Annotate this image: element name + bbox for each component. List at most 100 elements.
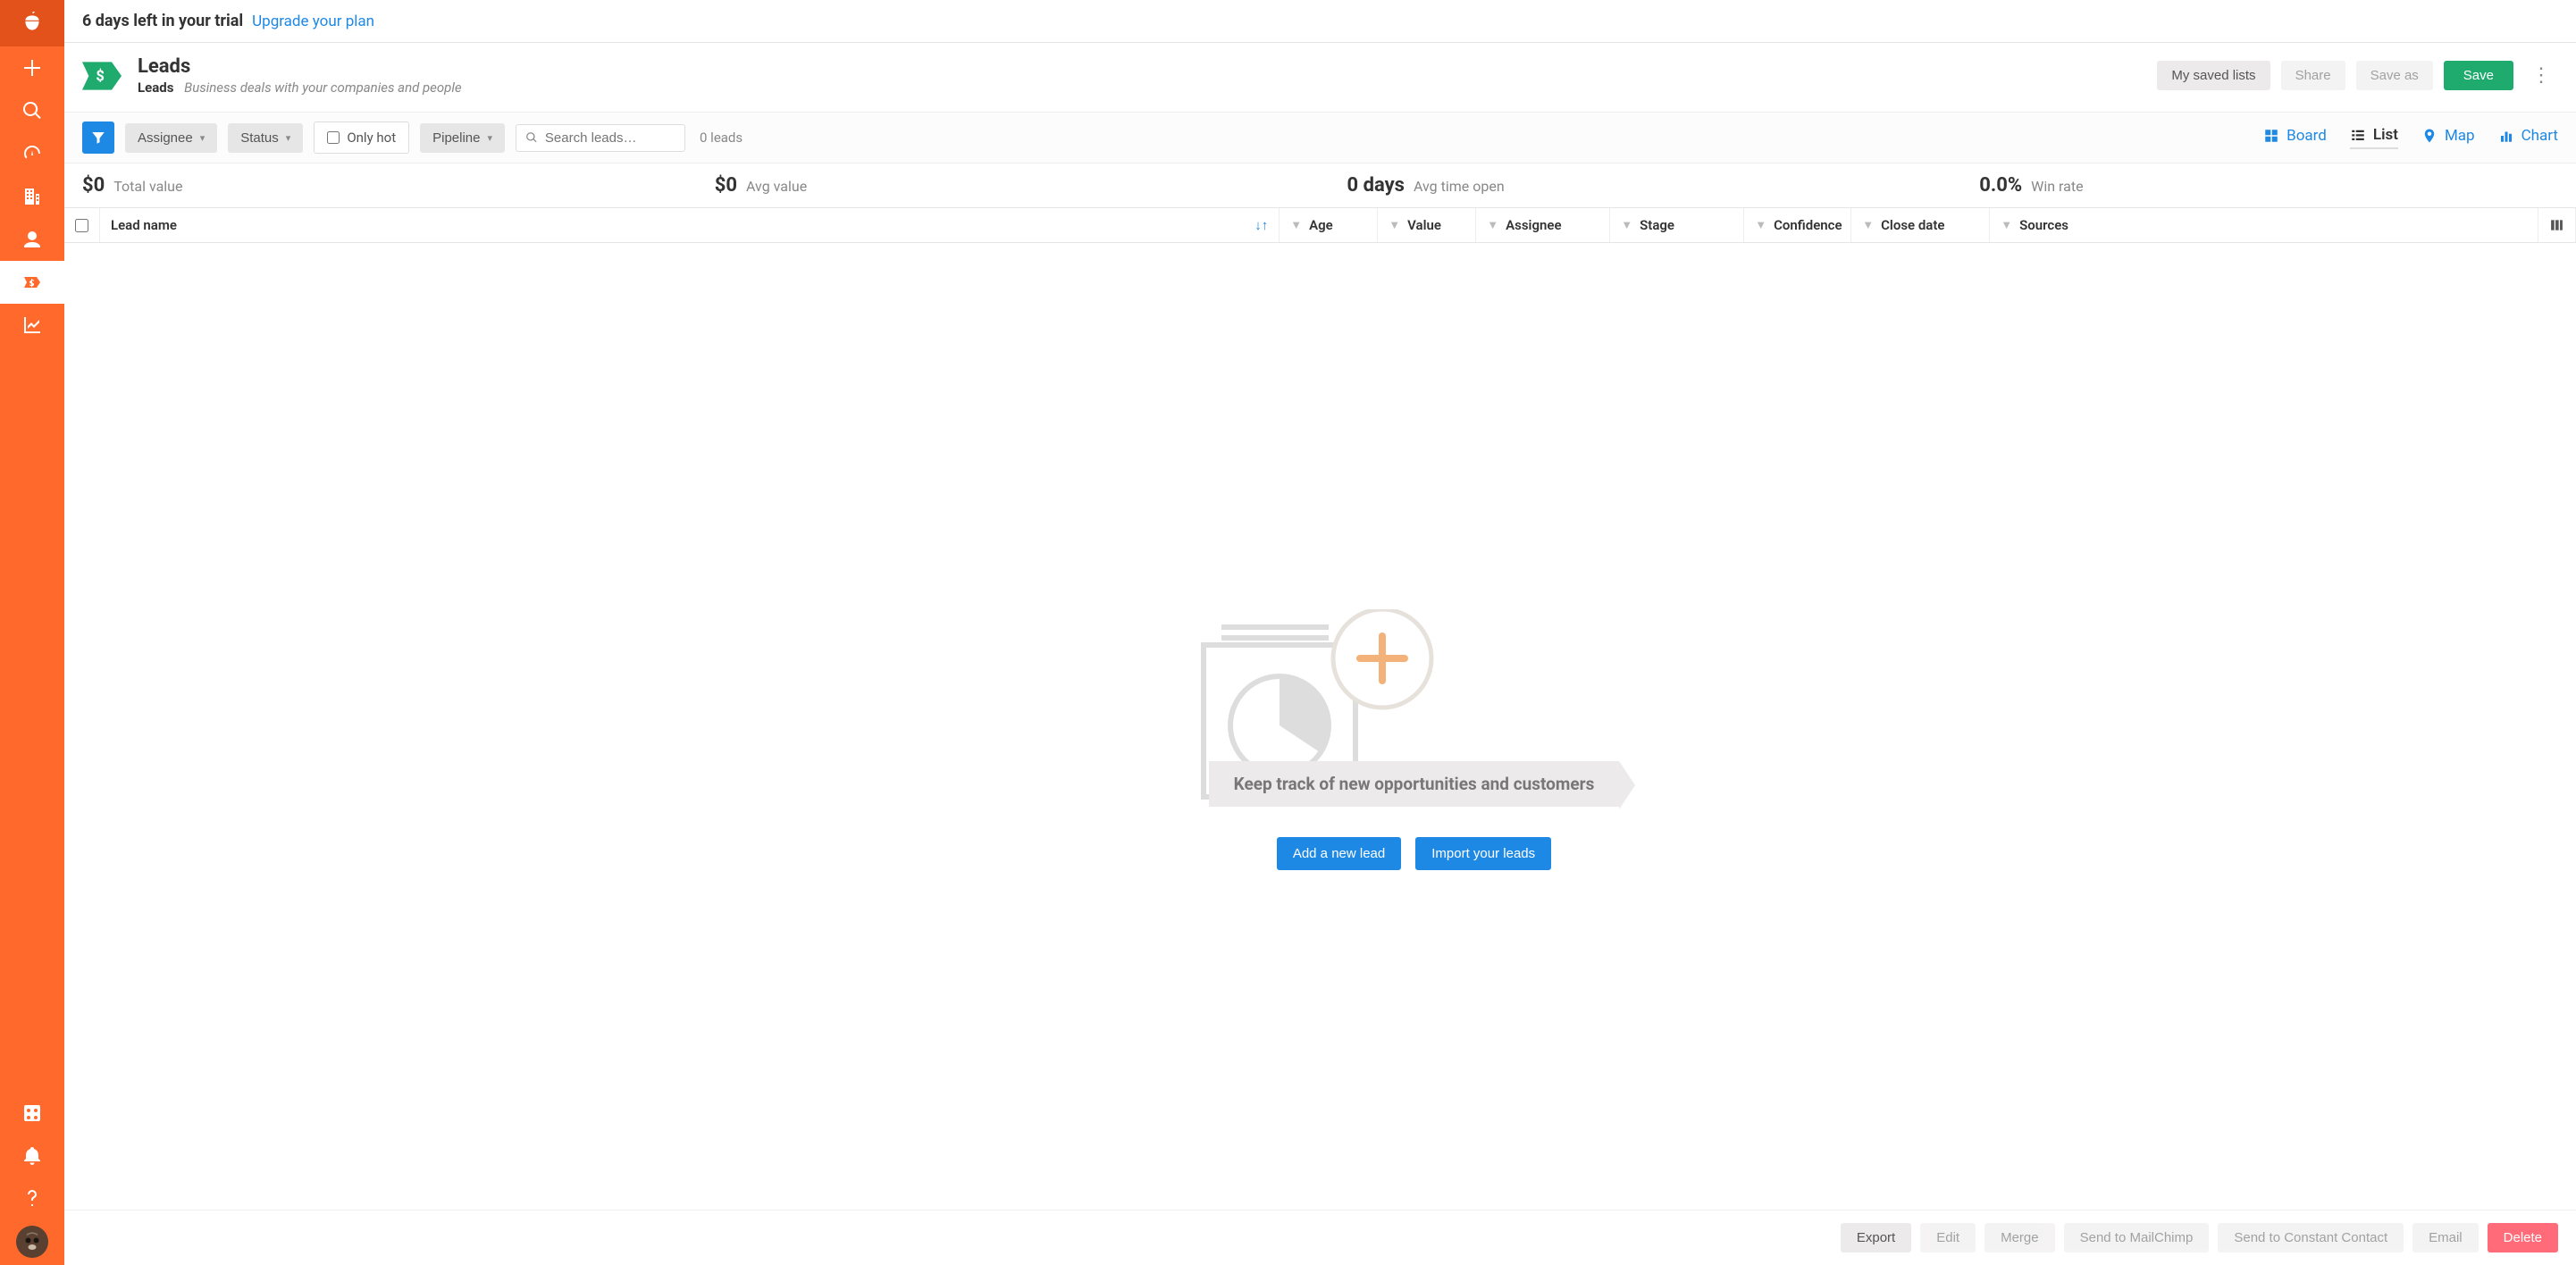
sidebar-notifications[interactable] [0,1135,64,1177]
status-filter[interactable]: Status ▾ [228,123,303,153]
sidebar-people[interactable] [0,218,64,261]
chevron-down-icon: ▾ [487,132,492,144]
filter-icon: ▼ [1290,218,1302,232]
board-icon [2263,128,2279,144]
th-close-date[interactable]: ▼Close date [1851,208,1990,242]
table-header: Lead name ↓↑ ▼Age ▼Value ▼Assignee ▼Stag… [64,207,2576,243]
filter-icon: ▼ [1862,218,1874,232]
select-all-checkbox[interactable] [75,219,88,232]
svg-text:$: $ [96,68,104,85]
empty-message: Keep track of new opportunities and cust… [1209,761,1620,807]
export-button[interactable]: Export [1841,1223,1911,1252]
gauge-icon [21,143,43,164]
leads-badge: $ [82,61,122,91]
view-chart[interactable]: Chart [2498,127,2558,148]
tag-dollar-icon [21,272,43,293]
sidebar-add[interactable] [0,46,64,89]
th-stage[interactable]: ▼Stage [1610,208,1744,242]
th-value[interactable]: ▼Value [1378,208,1476,242]
page-subtitle-desc: Business deals with your companies and p… [184,80,461,96]
stat-win-rate: 0.0% Win rate [1979,174,2558,197]
search-wrap[interactable] [516,124,685,152]
building-icon [21,186,43,207]
view-map[interactable]: Map [2421,127,2475,148]
sidebar-apps[interactable] [0,1092,64,1135]
filter-toggle-button[interactable] [82,121,114,154]
column-picker[interactable] [2538,208,2576,242]
search-input[interactable] [545,130,675,146]
filter-icon: ▼ [1487,218,1498,232]
share-button[interactable]: Share [2281,61,2345,90]
filter-bar: Assignee ▾ Status ▾ Only hot Pipeline ▾ … [64,112,2576,163]
funnel-icon [90,130,106,146]
bar-chart-icon [2498,128,2514,144]
save-as-button[interactable]: Save as [2356,61,2433,90]
sidebar-companies[interactable] [0,175,64,218]
th-age[interactable]: ▼Age [1280,208,1378,242]
th-assignee[interactable]: ▼Assignee [1476,208,1610,242]
sidebar-reports[interactable] [0,304,64,347]
add-lead-button[interactable]: Add a new lead [1277,837,1401,870]
only-hot-toggle[interactable]: Only hot [314,121,409,154]
chart-icon [21,314,43,336]
more-menu[interactable]: ⋮ [2524,64,2558,87]
person-icon [21,229,43,250]
trial-bar: 6 days left in your trial Upgrade your p… [64,0,2576,43]
th-lead-name[interactable]: Lead name ↓↑ [100,208,1280,242]
stat-avg-value: $0 Avg value [715,174,1294,197]
chevron-down-icon: ▾ [200,132,206,144]
tag-dollar-icon: $ [82,61,122,91]
th-confidence[interactable]: ▼Confidence [1744,208,1851,242]
th-select-all[interactable] [64,208,100,242]
filter-icon: ▼ [1755,218,1766,232]
import-leads-button[interactable]: Import your leads [1415,837,1551,870]
sort-icon: ↓↑ [1254,217,1268,233]
acorn-icon [21,12,44,35]
sidebar-dashboard[interactable] [0,132,64,175]
merge-button[interactable]: Merge [1984,1223,2055,1252]
avatar-icon [16,1226,48,1258]
columns-icon [2549,217,2564,233]
send-mailchimp-button[interactable]: Send to MailChimp [2064,1223,2210,1252]
my-saved-lists-button[interactable]: My saved lists [2157,61,2270,90]
footer-actions: Export Edit Merge Send to MailChimp Send… [64,1210,2576,1265]
pipeline-filter[interactable]: Pipeline ▾ [420,123,505,153]
stats-strip: $0 Total value $0 Avg value 0 days Avg t… [64,163,2576,207]
magnifier-icon [525,130,538,145]
delete-button[interactable]: Delete [2488,1223,2558,1252]
upgrade-link[interactable]: Upgrade your plan [252,13,374,30]
filter-icon: ▼ [1621,218,1632,232]
user-avatar[interactable] [16,1226,48,1258]
magnifier-icon [21,100,43,121]
view-board[interactable]: Board [2263,127,2327,148]
dice-icon [21,1102,43,1124]
page-header: $ Leads Leads Business deals with your c… [64,43,2576,112]
sidebar-leads[interactable] [0,261,64,304]
sidebar [0,0,64,1265]
assignee-filter[interactable]: Assignee ▾ [125,123,217,153]
sidebar-help[interactable] [0,1177,64,1220]
view-list[interactable]: List [2350,126,2398,149]
send-constant-contact-button[interactable]: Send to Constant Contact [2218,1223,2404,1252]
bell-icon [21,1145,43,1167]
empty-state: Keep track of new opportunities and cust… [64,243,2576,1210]
filter-icon: ▼ [2001,218,2012,232]
pin-icon [2421,128,2438,144]
email-button[interactable]: Email [2412,1223,2479,1252]
sidebar-search[interactable] [0,89,64,132]
edit-button[interactable]: Edit [1920,1223,1976,1252]
list-icon [2350,127,2366,143]
only-hot-checkbox[interactable] [327,131,340,144]
lead-count: 0 leads [700,130,743,146]
question-icon [21,1188,43,1210]
stat-total-value: $0 Total value [82,174,661,197]
trial-text: 6 days left in your trial [82,12,243,30]
chevron-down-icon: ▾ [286,132,291,144]
page-title: Leads [138,55,462,78]
filter-icon: ▼ [1389,218,1400,232]
app-logo[interactable] [0,0,64,46]
th-sources[interactable]: ▼Sources [1990,208,2538,242]
page-subtitle-bold: Leads [138,80,173,96]
stat-avg-time-open: 0 days Avg time open [1347,174,1926,197]
save-button[interactable]: Save [2444,61,2513,90]
